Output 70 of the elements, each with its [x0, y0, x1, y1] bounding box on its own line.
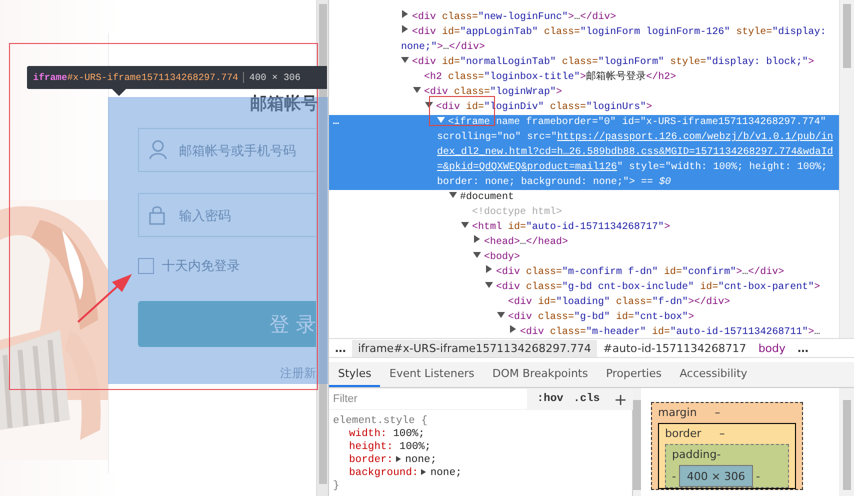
padding-value: -: [756, 470, 760, 482]
username-field[interactable]: 邮箱帐号或手机号码: [138, 128, 316, 172]
expand-arrow-icon[interactable]: [401, 57, 409, 63]
page-scrollbar[interactable]: [316, 0, 328, 496]
remember-label: 十天内免登录: [162, 258, 240, 275]
elements-scrollbar[interactable]: [839, 0, 854, 338]
panel-tab[interactable]: Event Listeners: [380, 362, 484, 387]
expand-arrow-icon[interactable]: [402, 10, 408, 18]
style-property: background: none;: [348, 467, 463, 480]
dom-node-row[interactable]: <head>…</head>: [329, 235, 839, 250]
hover-toggle[interactable]: :hov: [537, 393, 564, 405]
breadcrumb[interactable]: iframe#x-URS-iframe1571134268297.774: [352, 340, 598, 356]
padding-value: -: [672, 470, 676, 482]
dom-node-row[interactable]: <div id="normalLoginTab" class="loginForm" style="display: block;">: [329, 55, 839, 70]
styles-scrollbar[interactable]: [633, 388, 642, 496]
login-title: 邮箱帐号: [250, 93, 318, 114]
expand-arrow-icon[interactable]: [510, 325, 516, 333]
padding-label: padding-: [672, 448, 721, 463]
style-selector: element.style {: [333, 415, 429, 428]
expand-arrow-icon[interactable]: [474, 235, 480, 243]
dom-node-row[interactable]: <body>: [329, 250, 839, 265]
expand-arrow-icon[interactable]: [485, 282, 493, 288]
box-model-scrollbar[interactable]: [839, 388, 854, 496]
user-icon: [149, 140, 167, 160]
border-label: border: [665, 427, 702, 442]
password-field[interactable]: 输入密码: [138, 193, 316, 237]
style-property: border: none;: [348, 454, 438, 467]
dom-node-row[interactable]: <div class="g-bd cnt-box-include" id="cnt-box-parent">: [329, 280, 839, 295]
expand-arrow-icon[interactable]: [402, 25, 408, 33]
expand-arrow-icon[interactable]: [413, 87, 421, 93]
dom-node-row[interactable]: <div id="appLoginTab" class="loginForm loginForm-126" style="display: none;">…</div>: [329, 25, 839, 55]
class-toggle[interactable]: .cls: [573, 393, 600, 405]
breadcrumb[interactable]: body: [752, 340, 792, 356]
dom-node-row[interactable]: <div class="g-bd" id="cnt-box">: [329, 310, 839, 325]
style-property: width: 100%;: [348, 428, 426, 441]
dom-node-row[interactable]: <div class="m-confirm f-dn" id="confirm">…</div>: [329, 265, 839, 280]
margin-label: margin: [658, 406, 697, 421]
breadcrumb[interactable]: #auto-id-1571134268717: [597, 340, 752, 356]
panel-tab[interactable]: Properties: [596, 362, 671, 387]
expand-arrow-icon[interactable]: [396, 456, 402, 462]
panel-tab[interactable]: DOM Breakpoints: [483, 362, 597, 387]
dom-node-row[interactable]: <h2 class="loginbox-title">邮箱帐号登录</h2>: [329, 70, 839, 85]
dom-node-row[interactable]: <div class="loginWrap">: [329, 85, 839, 100]
expand-arrow-icon[interactable]: [425, 102, 433, 108]
margin-value: –: [714, 406, 720, 421]
new-rule-button[interactable]: +: [614, 390, 628, 408]
expand-arrow-icon[interactable]: [486, 265, 492, 273]
content-size: 400 × 306: [678, 465, 753, 487]
element-tooltip: iframe#x-URS-iframe1571134268297.774 400 × 306: [27, 66, 327, 89]
remember-checkbox[interactable]: [138, 258, 154, 274]
border-value: –: [719, 427, 725, 442]
expand-arrow-icon[interactable]: [461, 222, 469, 228]
breadcrumb[interactable]: …: [792, 340, 815, 356]
tooltip-pointer: [112, 89, 126, 96]
rule-close-brace: }: [333, 480, 340, 493]
dom-node-row[interactable]: <div class="m-header" id="auto-id-1571134268711">…: [329, 325, 839, 338]
lock-icon: [149, 205, 165, 225]
dom-node-row[interactable]: <div class="new-loginFunc">…</div>: [329, 10, 839, 25]
dom-node-row[interactable]: <html id="auto-id-1571134268717">: [329, 220, 839, 235]
style-property: height: 100%;: [348, 441, 432, 454]
annotation-arrow: [76, 272, 134, 324]
filter-field[interactable]: Filter: [329, 389, 527, 409]
panel-tab[interactable]: Accessibility: [670, 362, 756, 387]
expand-arrow-icon[interactable]: [449, 192, 457, 198]
breadcrumb[interactable]: …: [329, 340, 352, 356]
expand-arrow-icon[interactable]: [497, 312, 505, 318]
dom-node-row[interactable]: <div id="loading" class="f-dn"></div>: [329, 295, 839, 310]
expand-arrow-icon[interactable]: [473, 252, 481, 258]
dom-node-row[interactable]: #document: [329, 190, 839, 205]
expand-arrow-icon[interactable]: [421, 469, 426, 475]
